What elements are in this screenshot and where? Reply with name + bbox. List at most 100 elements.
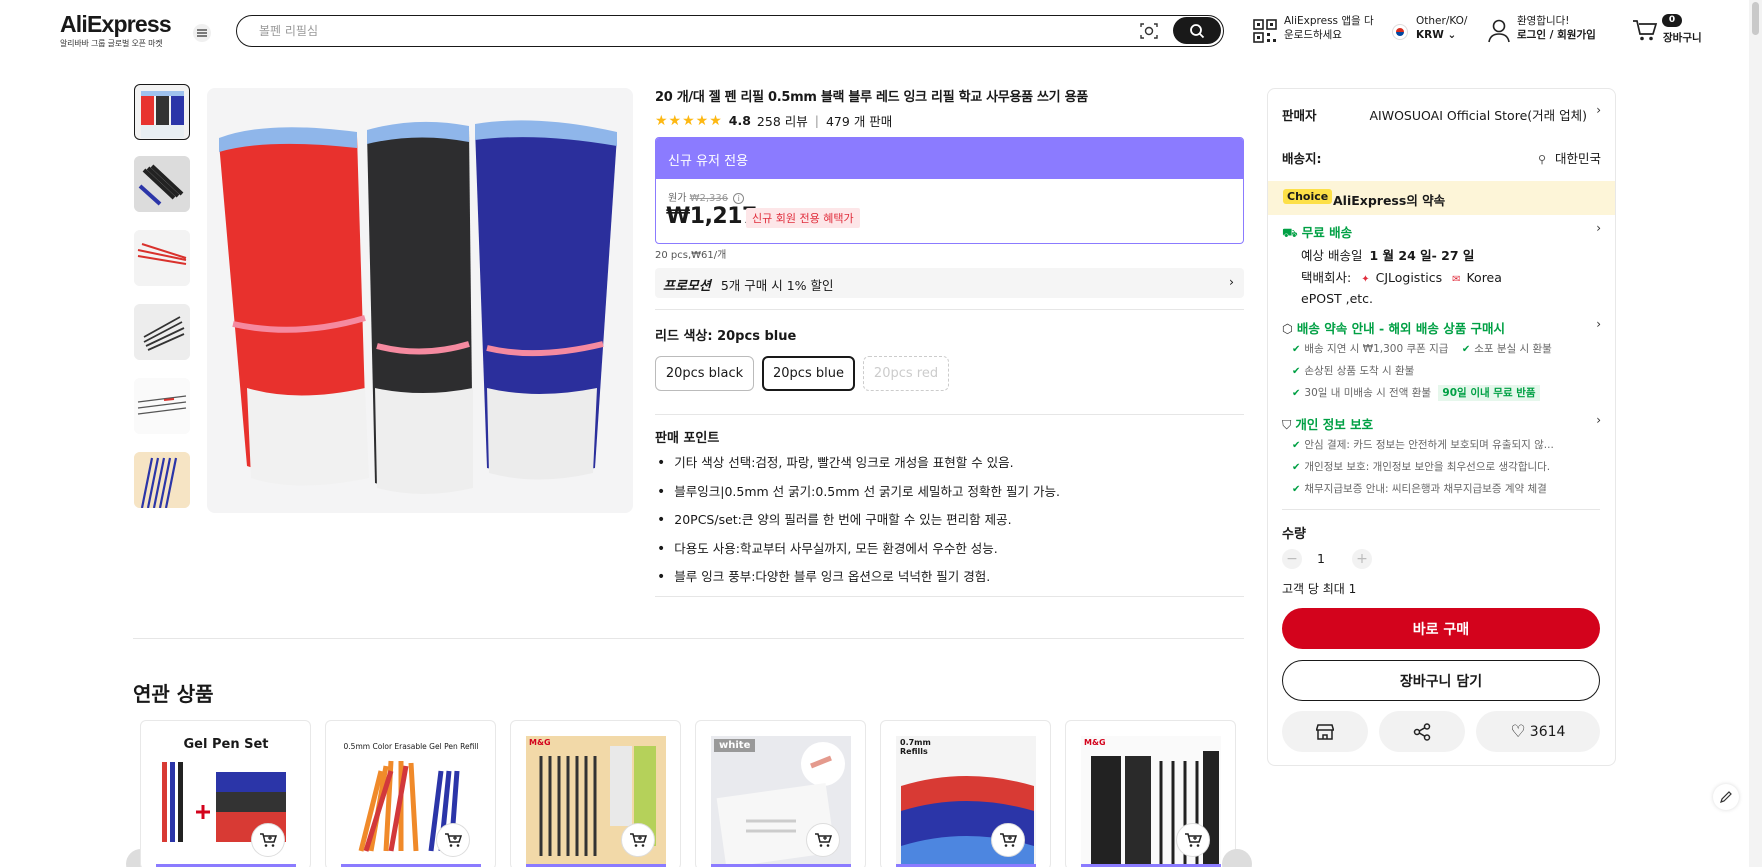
- related-product-card[interactable]: M&G: [510, 720, 681, 867]
- thumbnail-2[interactable]: [134, 156, 190, 212]
- divider: [1282, 509, 1600, 510]
- purchase-panel: 판매자 AIWOSUOAI Official Store(거래 업체) › 배송…: [1267, 88, 1616, 766]
- thumbnail-1[interactable]: [134, 84, 190, 140]
- related-products-title: 연관 상품: [133, 682, 214, 706]
- divider: [133, 638, 1244, 639]
- chevron-right-icon[interactable]: ›: [1596, 221, 1601, 235]
- korea-flag-icon: [1392, 24, 1408, 40]
- thumbnail-3[interactable]: [134, 230, 190, 286]
- check-icon: ✔: [1292, 440, 1301, 451]
- currency-label: KRW: [1416, 29, 1444, 41]
- chevron-right-icon[interactable]: ›: [1596, 317, 1601, 331]
- related-product-card[interactable]: white: [695, 720, 866, 867]
- region-currency-selector[interactable]: Other/KO/ KRW ⌄: [1416, 14, 1467, 42]
- add-to-cart-button[interactable]: 장바구니 담기: [1282, 660, 1600, 701]
- qr-code-icon[interactable]: [1253, 19, 1277, 47]
- related-product-card[interactable]: 0.7mm Refills: [880, 720, 1051, 867]
- card-image-text: M&G: [529, 738, 551, 747]
- download-app-link[interactable]: AliExpress 앱을 다 운로드하세요: [1284, 14, 1374, 42]
- promise-item-text: 소포 분실 시 환불: [1474, 343, 1552, 355]
- add-to-cart-icon[interactable]: [251, 823, 285, 857]
- check-icon: ✔: [1292, 484, 1301, 495]
- divider: |: [814, 113, 819, 128]
- option-20pcs-red[interactable]: 20pcs red: [863, 356, 949, 391]
- quantity-decrease-button[interactable]: −: [1282, 549, 1302, 569]
- divider: [655, 414, 1244, 415]
- promise-item-text: 30일 내 미배송 시 전액 환불: [1304, 387, 1432, 399]
- related-product-card[interactable]: M&G: [1065, 720, 1236, 867]
- ship-to-country: 대한민국: [1554, 151, 1601, 166]
- login-signup-link[interactable]: 로그인 / 회원가입: [1517, 28, 1596, 42]
- card-image-text: 0.7mm Refills: [900, 738, 931, 756]
- original-price: ₩2,336: [689, 193, 729, 204]
- free-shipping-row[interactable]: ⛟ 무료 배송: [1282, 222, 1352, 242]
- carrier-label: 택배회사:: [1301, 270, 1352, 285]
- card-image-text: Gel Pen Set: [183, 737, 269, 752]
- wishlist-button[interactable]: ♡ 3614: [1476, 711, 1600, 752]
- aliexpress-logo[interactable]: AliExpress 알리바바 그룹 글로벌 오픈 마켓: [60, 12, 172, 49]
- selling-point: 블루잉크|0.5mm 선 굵기:0.5mm 선 굵기로 세밀하고 정확한 필기 …: [657, 481, 1060, 510]
- choice-badge: Choice: [1283, 189, 1333, 204]
- option-20pcs-blue[interactable]: 20pcs blue: [762, 356, 855, 391]
- thumbnail-5[interactable]: [134, 378, 190, 434]
- privacy-row[interactable]: ⛉ 개인 정보 보호: [1282, 414, 1373, 433]
- add-to-cart-icon[interactable]: [806, 823, 840, 857]
- camera-search-icon[interactable]: [1139, 22, 1159, 40]
- delivery-promise-row[interactable]: ⬡ 배송 약속 안내 - 해외 배송 상품 구매시: [1282, 318, 1505, 337]
- related-product-card[interactable]: 0.5mm Color Erasable Gel Pen Refill: [325, 720, 496, 867]
- review-count[interactable]: 258 리뷰: [757, 111, 808, 130]
- check-icon: ✔: [1292, 388, 1301, 399]
- related-product-card[interactable]: Gel Pen Set: [140, 720, 311, 867]
- chevron-right-icon[interactable]: ›: [1596, 413, 1601, 427]
- add-to-cart-icon[interactable]: [991, 823, 1025, 857]
- add-to-cart-icon[interactable]: [1176, 823, 1210, 857]
- thumbnail-4[interactable]: [134, 304, 190, 360]
- store-button[interactable]: [1282, 711, 1368, 752]
- price-header: 신규 유저 전용: [656, 138, 1243, 179]
- privacy-item: ✔ 안심 결제: 카드 정보는 안전하게 보호되며 유출되지 않...: [1292, 437, 1554, 452]
- chevron-right-icon: ›: [1229, 274, 1234, 289]
- selling-point: 20PCS/set:큰 양의 필러를 한 번에 구매할 수 있는 편리함 제공.: [657, 509, 1060, 538]
- add-to-cart-icon[interactable]: [436, 823, 470, 857]
- shield-check-icon: ⛉: [1282, 417, 1292, 432]
- carrier-epost: ePOST ,etc.: [1301, 291, 1374, 306]
- per-piece-price: 20 pcs,₩61/개: [655, 250, 727, 261]
- promotion-row[interactable]: 프로모션 5개 구매 시 1% 할인 ›: [655, 268, 1244, 298]
- account-menu[interactable]: 환영합니다! 로그인 / 회원가입: [1517, 14, 1596, 42]
- buy-now-button[interactable]: 바로 구매: [1282, 608, 1600, 649]
- page-scrollbar[interactable]: [1749, 0, 1762, 867]
- carousel-next-button[interactable]: [1222, 849, 1252, 867]
- search-input[interactable]: [259, 22, 1099, 40]
- region-line1: Other/KO/: [1416, 15, 1468, 27]
- info-icon[interactable]: i: [733, 193, 745, 204]
- add-to-cart-icon[interactable]: [621, 823, 655, 857]
- card-image-text: M&G: [1084, 738, 1106, 747]
- ship-to-selector[interactable]: ⚲ 대한민국: [1538, 148, 1601, 167]
- hamburger-menu-icon[interactable]: [193, 24, 211, 42]
- user-icon[interactable]: [1488, 19, 1510, 47]
- seller-name[interactable]: AIWOSUOAI Official Store(거래 업체): [1370, 105, 1588, 124]
- product-title: 20 개/대 젤 펜 리필 0.5mm 블랙 블루 레드 잉크 리필 학교 사무…: [655, 90, 1088, 105]
- thumbnail-6[interactable]: [134, 452, 190, 508]
- option-20pcs-black[interactable]: 20pcs black: [655, 356, 754, 391]
- selling-point: 기타 색상 선택:검정, 파랑, 빨간색 잉크로 개성을 표현할 수 있음.: [657, 452, 1060, 481]
- share-button[interactable]: [1379, 711, 1465, 752]
- original-price-label: 원가: [668, 193, 687, 204]
- quantity-value[interactable]: 1: [1317, 551, 1325, 566]
- cart-icon[interactable]: [1632, 18, 1658, 46]
- edit-pencil-icon[interactable]: [1713, 784, 1739, 810]
- rating-value: 4.8: [728, 113, 751, 128]
- free-shipping-label: 무료 배송: [1301, 225, 1353, 240]
- privacy-item-text: 개인정보 보호: 개인정보 보안을 최우선으로 생각합니다.: [1304, 461, 1551, 473]
- promise-item: ✔ 배송 지연 시 ₩1,300 쿠폰 지급 ✔ 소포 분실 시 환불: [1292, 341, 1552, 356]
- cart-label[interactable]: 장바구니: [1663, 30, 1702, 45]
- main-product-image[interactable]: [207, 88, 633, 513]
- share-icon: [1413, 722, 1431, 741]
- quantity-increase-button[interactable]: +: [1352, 549, 1372, 569]
- carrier-cj: CJLogistics: [1375, 270, 1443, 285]
- current-price: ₩1,217: [666, 204, 757, 229]
- quantity-label: 수량: [1282, 527, 1306, 542]
- search-button[interactable]: [1173, 17, 1221, 44]
- check-icon: ✔: [1292, 344, 1301, 355]
- scrollbar-thumb[interactable]: [1752, 2, 1759, 35]
